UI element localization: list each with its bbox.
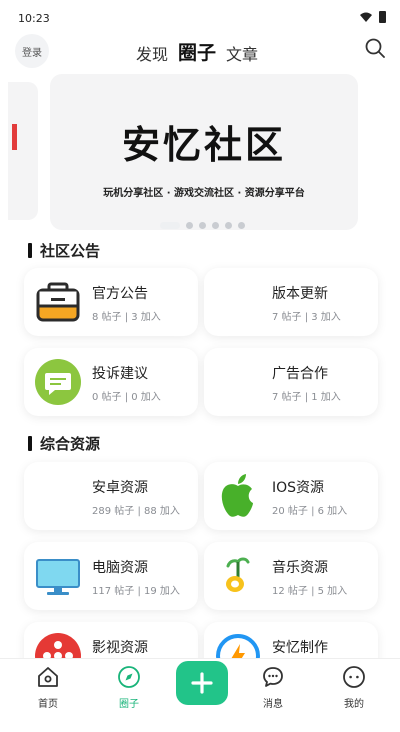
section-bar [28, 436, 32, 451]
compass-icon [118, 666, 140, 688]
tabbar-item-home[interactable]: 首页 [18, 665, 78, 710]
banner-slide[interactable]: 安忆社区 玩机分享社区 · 游戏交流社区 · 资源分享平台 [50, 74, 358, 230]
board-card-pc-resources[interactable]: 电脑资源 117 帖子 | 19 加入 [24, 542, 198, 610]
board-name: 安忆制作 [272, 640, 328, 656]
board-name: 电脑资源 [92, 560, 148, 576]
board-stats: 8 帖子 | 3 加入 [92, 312, 161, 323]
board-card-android-resources[interactable]: 安卓资源 289 帖子 | 88 加入 [24, 462, 198, 530]
board-card-music-resources[interactable]: 音乐资源 12 帖子 | 5 加入 [204, 542, 378, 610]
profile-face-icon [343, 666, 365, 688]
board-name: 安卓资源 [92, 480, 148, 496]
previous-slide-mark [12, 124, 17, 150]
board-name: 版本更新 [272, 286, 328, 302]
music-note-icon [226, 557, 250, 592]
bottom-tab-bar: 首页 圈子 消息 我的 [0, 658, 400, 732]
section-title-resources: 综合资源 [28, 433, 100, 454]
tab-circles[interactable]: 圈子 [178, 38, 216, 65]
board-name: 音乐资源 [272, 560, 328, 576]
status-bar: 10:23 [0, 0, 400, 28]
battery-icon [379, 11, 386, 23]
plus-icon [191, 672, 213, 694]
status-time: 10:23 [18, 12, 50, 25]
board-stats: 20 帖子 | 6 加入 [272, 506, 348, 517]
feedback-chat-icon [35, 359, 81, 405]
banner-title: 安忆社区 [121, 123, 286, 167]
carousel-dot[interactable] [160, 222, 180, 229]
board-name: 投诉建议 [92, 366, 148, 382]
monitor-icon [36, 559, 80, 595]
wifi-icon [360, 12, 372, 22]
board-card-complaints[interactable]: 投诉建议 0 帖子 | 0 加入 [24, 348, 198, 416]
message-bubble-icon [263, 667, 283, 687]
board-stats: 12 帖子 | 5 加入 [272, 586, 348, 597]
tabbar-item-messages[interactable]: 消息 [243, 665, 303, 710]
board-stats: 7 帖子 | 3 加入 [272, 312, 341, 323]
carousel-dot[interactable] [225, 222, 232, 229]
top-tabs: 发现 圈子 文章 [136, 38, 268, 65]
board-stats: 7 帖子 | 1 加入 [272, 392, 341, 403]
carousel-indicator [160, 222, 251, 229]
board-name: 官方公告 [92, 286, 148, 302]
carousel-dot[interactable] [212, 222, 219, 229]
board-card-version-updates[interactable]: 版本更新 7 帖子 | 3 加入 [204, 268, 378, 336]
board-card-ios-resources[interactable]: IOS资源 20 帖子 | 6 加入 [204, 462, 378, 530]
section-title-announcements: 社区公告 [28, 240, 100, 261]
banner-subtitle: 玩机分享社区 · 游戏交流社区 · 资源分享平台 [103, 188, 305, 199]
board-stats: 117 帖子 | 19 加入 [92, 586, 180, 597]
section-title-text: 综合资源 [40, 435, 101, 453]
apple-icon [221, 474, 253, 517]
section-title-text: 社区公告 [40, 242, 101, 260]
board-name: IOS资源 [272, 480, 325, 496]
home-icon [38, 667, 58, 687]
board-name: 影视资源 [92, 640, 148, 656]
carousel-dot[interactable] [186, 222, 193, 229]
create-post-button[interactable] [176, 661, 228, 705]
login-button[interactable]: 登录 [15, 34, 49, 68]
tab-articles[interactable]: 文章 [226, 41, 258, 65]
carousel-dot[interactable] [238, 222, 245, 229]
tabbar-item-circles[interactable]: 圈子 [99, 665, 159, 710]
board-card-ad-cooperation[interactable]: 广告合作 7 帖子 | 1 加入 [204, 348, 378, 416]
board-stats: 289 帖子 | 88 加入 [92, 506, 180, 517]
top-header: 登录 发现 圈子 文章 [0, 28, 400, 68]
board-name: 广告合作 [272, 366, 328, 382]
tabbar-label: 圈子 [119, 699, 139, 710]
tabbar-label: 我的 [344, 699, 364, 710]
board-card-official-announcements[interactable]: 官方公告 8 帖子 | 3 加入 [24, 268, 198, 336]
tabbar-label: 首页 [38, 699, 58, 710]
banner-previous-slide[interactable] [8, 82, 38, 220]
tabbar-item-profile[interactable]: 我的 [324, 665, 384, 710]
tab-discover[interactable]: 发现 [136, 41, 168, 65]
carousel-dot[interactable] [199, 222, 206, 229]
board-stats: 0 帖子 | 0 加入 [92, 392, 161, 403]
section-bar [28, 243, 32, 258]
search-icon[interactable] [364, 37, 386, 59]
tabbar-label: 消息 [263, 699, 283, 710]
briefcase-icon [36, 282, 80, 322]
